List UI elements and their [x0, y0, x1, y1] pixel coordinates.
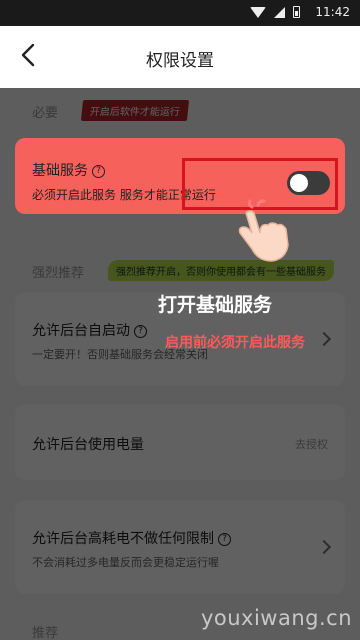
guide-title: 打开基础服务 — [157, 294, 272, 316]
page-title: 权限设置 — [146, 51, 214, 71]
no-limit-title: 允许后台高耗电不做任何限制? — [32, 528, 231, 548]
battery-card[interactable]: 允许后台使用电量 去授权 — [15, 404, 345, 480]
section-recommended-label: 强烈推荐 — [32, 266, 85, 281]
basic-service-toggle[interactable] — [287, 171, 330, 195]
battery-status[interactable]: 去授权 — [295, 436, 328, 452]
battery-title: 允许后台使用电量 — [32, 437, 144, 453]
recommended-tag: 强烈推荐开启，否则你使用都会有一些基础服务 — [108, 260, 334, 281]
chevron-right-icon — [316, 539, 332, 555]
no-limit-desc: 不会消耗过多电量反而会更稳定运行喔 — [32, 556, 219, 569]
status-time: 11:42 — [315, 5, 350, 19]
status-bar: 11:42 — [0, 0, 360, 26]
toggle-knob — [290, 174, 308, 192]
watermark: youxiwang.cn — [200, 606, 352, 630]
pointing-hand-icon — [238, 199, 289, 262]
signal-icon — [274, 6, 285, 18]
battery-icon — [293, 6, 300, 18]
basic-service-title: 基础服务? — [32, 160, 105, 180]
header: 权限设置 — [0, 26, 360, 88]
section-required-label: 必要 — [32, 106, 59, 121]
help-icon[interactable]: ? — [218, 532, 231, 546]
help-icon[interactable]: ? — [92, 164, 105, 178]
guide-subtitle: 启用前必须开启此服务 — [165, 335, 305, 351]
wifi-icon — [250, 6, 266, 18]
section-more-label: 推荐 — [32, 626, 59, 640]
required-tag: 开启后软件才能运行 — [80, 100, 190, 121]
no-limit-card[interactable]: 允许后台高耗电不做任何限制? 不会消耗过多电量反而会更稳定运行喔 — [15, 500, 345, 594]
